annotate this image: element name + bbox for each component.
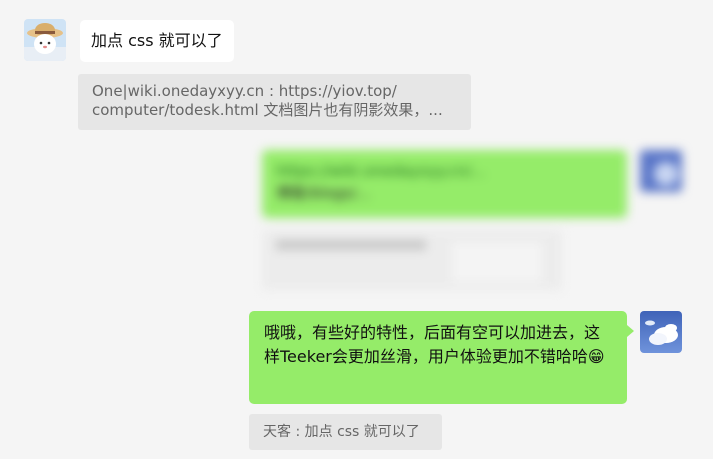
sky-clouds-avatar-icon[interactable] (640, 311, 682, 353)
quoted-link-preview[interactable]: One|wiki.onedayxyy.cn : https://yiov.top… (78, 74, 471, 130)
message-text: 哦哦，有些好的特性，后面有空可以加进去，这样Teeker会更加丝滑，用户体验更加… (264, 323, 605, 366)
message-text: 加点 css 就可以了 (91, 31, 223, 50)
quoted-message[interactable]: 天客 : 加点 css 就可以了 (249, 414, 442, 450)
blurred-image-preview[interactable] (262, 230, 562, 290)
quote-text: 天客 : 加点 css 就可以了 (263, 424, 420, 440)
blurred-link-bubble[interactable]: https://wiki.onedayxyy.cn/... 博客/blogs/.… (262, 150, 627, 218)
blurred-line-1: https://wiki.onedayxyy.cn/... (276, 162, 486, 180)
blurred-blue-avatar-icon[interactable] (640, 150, 682, 192)
message-bubble[interactable]: 哦哦，有些好的特性，后面有空可以加进去，这样Teeker会更加丝滑，用户体验更加… (249, 311, 634, 404)
blurred-line-2: 博客/blogs/... (276, 184, 371, 202)
quote-line-1: One|wiki.onedayxyy.cn : https://yiov.top… (92, 82, 397, 100)
straw-hat-cartoon-avatar-icon[interactable] (24, 19, 66, 61)
message-bubble[interactable]: 加点 css 就可以了 (80, 20, 234, 62)
quote-line-2: computer/todesk.html 文档图片也有阴影效果，... (92, 101, 443, 119)
